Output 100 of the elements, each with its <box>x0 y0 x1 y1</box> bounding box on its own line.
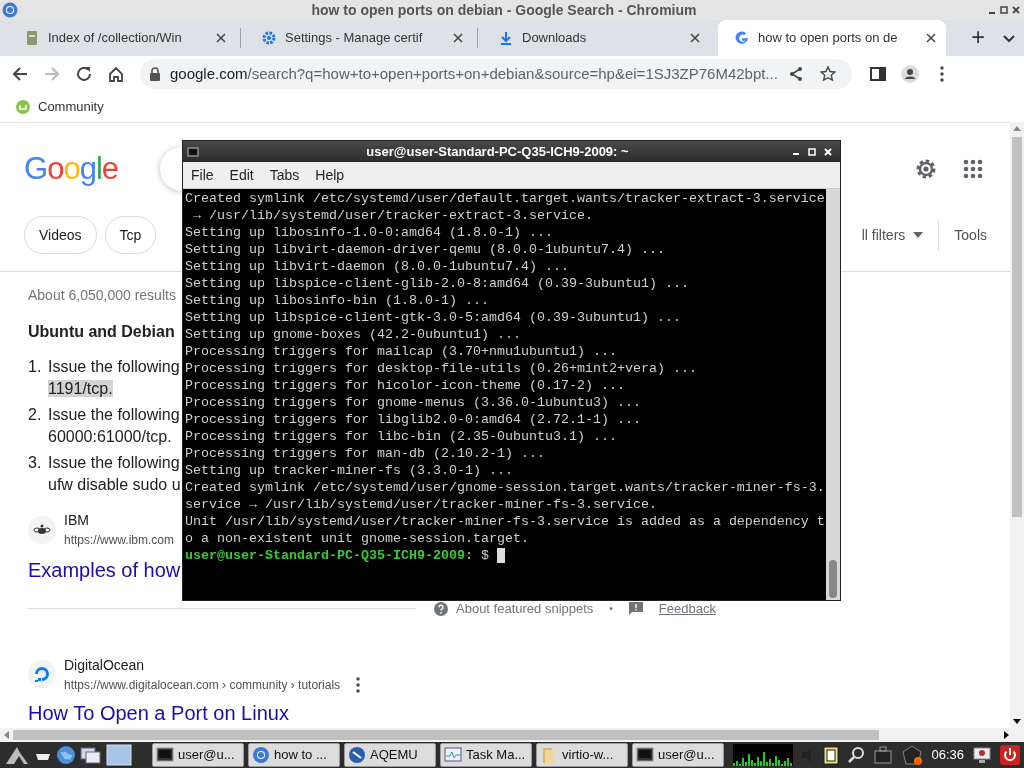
result-title-link[interactable]: How To Open a Port on Linux <box>28 697 289 728</box>
cpu-graph <box>733 744 794 766</box>
clipboard-icon[interactable] <box>823 745 840 765</box>
search-icon[interactable] <box>847 746 866 764</box>
network-icon[interactable] <box>901 744 924 766</box>
menu-item[interactable]: Tabs <box>269 164 300 186</box>
window-title: how to open ports on debian - Google Search - Chromium <box>310 0 698 20</box>
browser-tab[interactable]: how to open ports on de <box>718 20 946 56</box>
terminal-line: Processing triggers for hicolor-icon-theme (0.17-2) ... <box>185 377 626 394</box>
chromium-icon <box>252 746 270 764</box>
terminal-line: Setting up libvirt-daemon-driver-qemu (8.0.0-1ubuntu7.4) ... <box>185 241 666 258</box>
maximize-icon[interactable] <box>1000 6 1008 14</box>
result-title-link[interactable]: Examples of how <box>28 555 181 585</box>
power-icon[interactable] <box>1000 745 1020 765</box>
step-text: 1191/tcp. <box>48 380 113 397</box>
digitalocean-icon <box>28 660 56 688</box>
taskbar-button[interactable]: virtio-w... <box>536 743 628 767</box>
horizontal-scrollbar[interactable] <box>0 728 1024 742</box>
gear-icon <box>261 30 277 46</box>
scroll-down-icon <box>1013 719 1021 724</box>
taskbar-button[interactable]: how to ... <box>248 743 340 767</box>
close-icon[interactable] <box>453 33 463 43</box>
qemu-icon <box>348 746 366 764</box>
terminal-line: Setting up libvirt-daemon (8.0.0-1ubuntu7.4) ... <box>185 258 570 275</box>
close-icon[interactable] <box>926 33 936 43</box>
filter-chip[interactable]: Tcp <box>104 216 157 254</box>
terminal-scrollbar[interactable] <box>826 189 840 600</box>
terminal-line: Unit /usr/lib/systemd/user/tracker-miner-fs-3.service is added as a dependency t <box>185 513 826 530</box>
terminal-line: Setting up libspice-client-glib-2.0-8:amd64 (0.39-3ubuntu1) ... <box>185 275 690 292</box>
window-title: user@user-Standard-PC-Q35-ICH9-2009: ~ <box>365 142 630 161</box>
windows-icon[interactable] <box>80 745 102 765</box>
display-icon[interactable] <box>972 745 992 765</box>
terminal-line: Processing triggers for gnome-menus (3.36.0-1ubuntu3) ... <box>185 394 642 411</box>
feedback-link[interactable]: Feedback <box>658 599 716 619</box>
taskbar-button[interactable]: user@u... <box>152 743 244 767</box>
step-number: 3. <box>28 453 43 473</box>
terminal-line: Setting up libosinfo-1.0-0:amd64 (1.8.0-1) ... <box>185 224 554 241</box>
new-tab-button[interactable]: + <box>962 22 994 54</box>
step-text: ufw disable sudo u <box>48 476 181 493</box>
text-cursor <box>496 548 505 563</box>
file-icon <box>24 30 40 46</box>
result-stats: About 6,050,000 results <box>28 286 176 305</box>
taskbar-button[interactable]: AQEMU <box>344 743 436 767</box>
scroll-up-icon <box>1013 126 1021 131</box>
step-number: 1. <box>28 357 43 377</box>
step-text: 60000:61000/tcp. <box>48 428 172 445</box>
menu-item[interactable]: File <box>191 164 214 186</box>
tools-button[interactable]: Tools <box>953 223 988 247</box>
star-icon[interactable] <box>820 66 836 82</box>
bee-icon <box>28 515 56 544</box>
about-snippets-link[interactable]: About featured snippets <box>456 599 594 619</box>
separator-dot: • <box>609 602 613 617</box>
home-icon[interactable] <box>107 65 125 83</box>
more-icon[interactable] <box>356 676 361 693</box>
step-text: Issue the following <box>48 357 180 377</box>
terminal-line: o a non-existent unit gnome-session.target. <box>185 530 530 547</box>
browser-tab[interactable]: Settings - Manage certif <box>245 20 473 56</box>
step-text: Issue the following <box>48 405 180 425</box>
menu-item[interactable]: Help <box>315 164 345 186</box>
back-icon[interactable] <box>11 65 29 83</box>
google-logo[interactable]: Google <box>24 145 118 193</box>
terminal-icon <box>187 145 199 158</box>
terminal-line: Setting up libosinfo-bin (1.8.0-1) ... <box>185 292 490 309</box>
bookmark-link[interactable]: Community <box>16 97 104 117</box>
chromium-icon <box>2 2 18 18</box>
scroll-right-icon <box>1004 731 1009 739</box>
profile-icon[interactable] <box>901 65 919 83</box>
close-icon[interactable] <box>690 33 700 43</box>
apps-grid-icon[interactable] <box>962 158 984 180</box>
briefcase-icon[interactable] <box>873 745 894 765</box>
clock: 06:36 <box>931 746 964 765</box>
terminal-line: Setting up gnome-boxes (42.2-0ubuntu1) ... <box>185 326 522 343</box>
feedback-icon <box>628 602 643 616</box>
terminal-line: Setting up libspice-client-gtk-3.0-5:amd64 (0.39-3ubuntu1) ... <box>185 309 682 326</box>
taskbar-button[interactable]: user@u... <box>632 743 724 767</box>
step-number: 2. <box>28 405 43 425</box>
terminal-line: Created symlink /etc/systemd/user/gnome-session.target.wants/tracker-miner-fs-3. <box>185 479 826 496</box>
result-url: https://www.ibm.com <box>64 532 175 549</box>
vertical-scrollbar[interactable] <box>1010 122 1024 728</box>
share-icon[interactable] <box>788 66 804 82</box>
step-text: Issue the following <box>48 453 181 473</box>
taskbar-button[interactable]: Task Ma... <box>440 743 532 767</box>
reload-icon[interactable] <box>75 65 93 83</box>
all-filters-button[interactable]: ll filters <box>860 223 925 247</box>
settings-icon[interactable] <box>914 157 938 181</box>
close-icon[interactable] <box>216 33 226 43</box>
terminal-line: → /usr/lib/systemd/user/tracker-extract-3.service. <box>192 207 594 224</box>
globe-icon[interactable] <box>56 745 76 765</box>
browser-tab[interactable]: Downloads <box>482 20 710 56</box>
filter-chip[interactable]: Videos <box>24 216 97 254</box>
lock-icon <box>148 67 162 81</box>
terminal-line: Setting up tracker-miner-fs (3.3.0-1) ... <box>185 462 514 479</box>
browser-tab[interactable]: Index of /collection/Win <box>8 20 236 56</box>
menu-item[interactable]: Edit <box>229 164 254 186</box>
terminal-icon <box>636 746 654 764</box>
close-icon[interactable] <box>1012 6 1020 14</box>
address-bar[interactable]: google.com/search?q=how+to+open+ports+on+debian&source=hp&ei=1SJ3ZP76M42bpt... <box>140 59 852 89</box>
side-panel-icon[interactable] <box>869 65 887 83</box>
terminal-line: Processing triggers for mailcap (3.70+nmu1ubuntu1) ... <box>185 343 618 360</box>
caret-down-icon <box>913 232 924 238</box>
